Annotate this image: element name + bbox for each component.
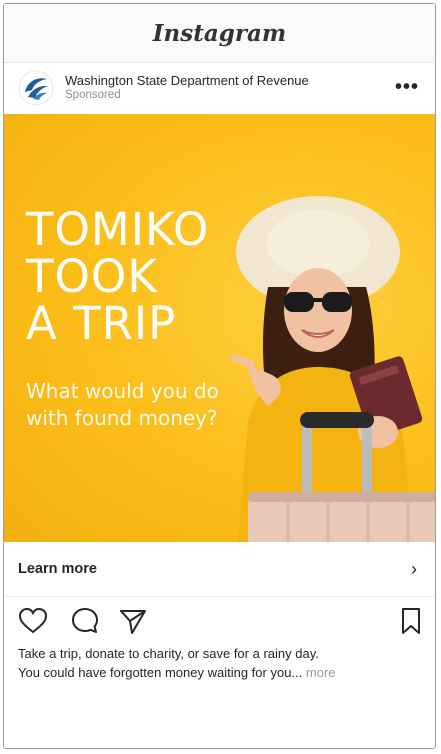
phone-frame: Instagram Washington State Department of… (3, 3, 436, 749)
headline-line: TOMIKO (26, 203, 210, 256)
caption-line-2: You could have forgotten money waiting f… (18, 663, 423, 682)
traveler-photo (230, 196, 435, 542)
learn-more-label: Learn more (18, 561, 97, 577)
post-caption: Take a trip, donate to charity, or save … (18, 644, 423, 682)
avatar[interactable] (18, 70, 54, 106)
more-dots-icon[interactable]: ••• (395, 76, 419, 99)
post-header: Washington State Department of Revenue S… (4, 62, 435, 114)
caption-line: Take a trip, donate to charity, or save … (18, 646, 319, 661)
account-info: Washington State Department of Revenue S… (65, 73, 309, 102)
learn-more-bar[interactable]: Learn more › (4, 542, 435, 597)
app-logo[interactable]: Instagram (153, 20, 286, 47)
bookmark-icon[interactable] (396, 606, 426, 636)
app-header: Instagram (4, 4, 435, 63)
heart-icon[interactable] (18, 606, 48, 636)
share-icon[interactable] (118, 606, 148, 636)
dor-logo-icon (18, 70, 54, 106)
account-name[interactable]: Washington State Department of Revenue (65, 73, 309, 89)
headline-line: TOOK (26, 250, 158, 303)
caption-more-link[interactable]: more (306, 665, 336, 680)
caption-line: You could have forgotten money waiting f… (18, 665, 303, 680)
comment-icon[interactable] (70, 606, 100, 636)
subhead-line: What would you do (26, 379, 219, 403)
ad-headline: TOMIKO TOOK A TRIP (26, 206, 209, 347)
headline-line: A TRIP (26, 297, 177, 350)
subhead-line: with found money? (26, 406, 218, 430)
ad-subhead: What would you do with found money? (26, 378, 219, 432)
action-bar (4, 600, 435, 642)
chevron-right-icon: › (411, 558, 417, 579)
sponsored-label: Sponsored (65, 88, 121, 101)
ad-image[interactable]: TOMIKO TOOK A TRIP What would you do wit… (4, 114, 435, 542)
